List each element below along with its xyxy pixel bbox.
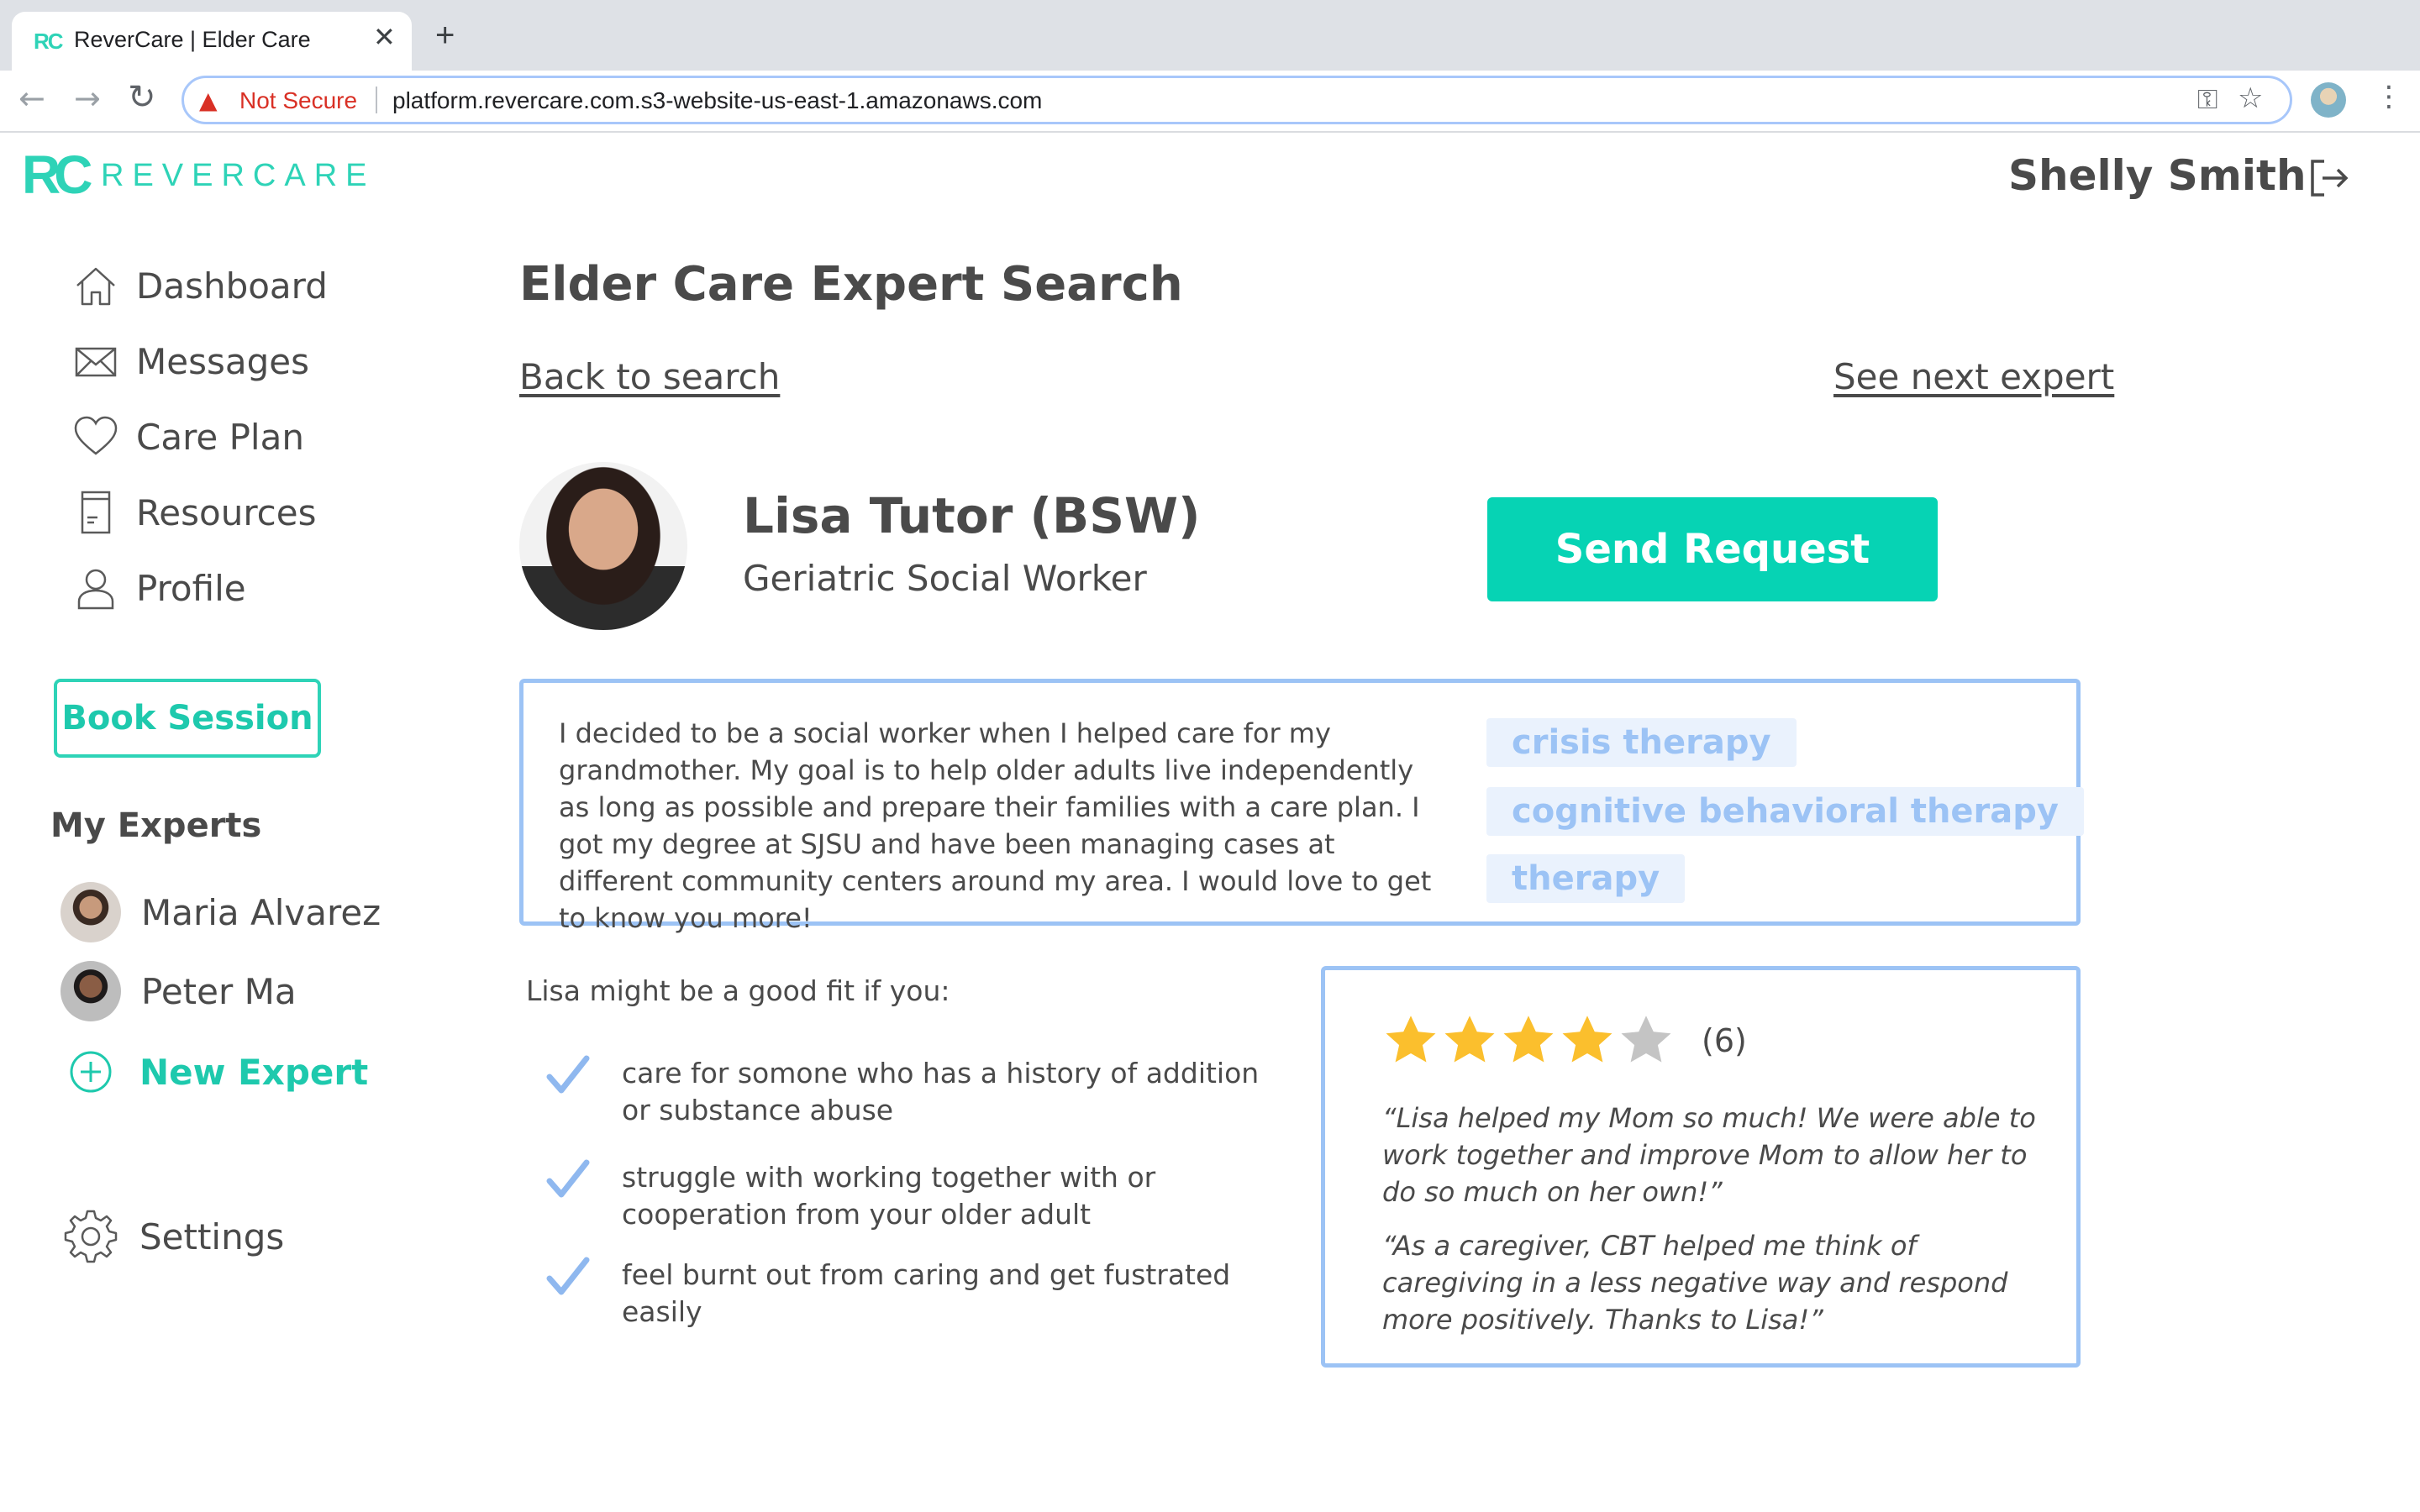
back-to-search-link[interactable]: Back to search [519,356,780,397]
checkmark-icon [546,1257,590,1295]
avatar [60,882,121,942]
gear-icon [64,1210,118,1263]
book-session-button[interactable]: Book Session [54,679,321,758]
good-fit-text: struggle with working together with or c… [622,1161,1156,1231]
bookmark-star-icon[interactable]: ☆ [2238,81,2263,115]
sidebar-item-label: Dashboard [136,265,328,307]
expert-bio-text: I decided to be a social worker when I h… [559,717,1432,934]
star-filled-icon [1562,1016,1612,1063]
expert-name-heading: Lisa Tutor (BSW) [743,487,1201,544]
forward-arrow-icon[interactable]: → [74,82,101,114]
url-text[interactable]: platform.revercare.com.s3-website-us-eas… [392,87,1042,114]
browser-menu-icon[interactable]: ⋮ [2375,82,2403,111]
sidebar-item-messages[interactable]: Messages [72,336,309,386]
browser-toolbar: ← → ↻ ▲ Not Secure platform.revercare.co… [0,71,2420,133]
star-filled-icon [1444,1016,1495,1063]
sidebar-expert-peter-ma[interactable]: Peter Ma [60,961,297,1021]
new-expert-label: New Expert [139,1051,369,1093]
send-request-button[interactable]: Send Request [1487,497,1938,601]
logo-mark: RC [22,144,92,205]
sidebar-expert-maria-alvarez[interactable]: Maria Alvarez [60,882,381,942]
address-divider [376,87,377,113]
specialty-tag: cognitive behavioral therapy [1486,787,2084,836]
sidebar-item-resources[interactable]: Resources [72,487,317,538]
expert-photo [519,462,687,630]
envelope-icon [75,347,117,377]
new-tab-button[interactable]: + [435,18,455,52]
star-filled-icon [1386,1016,1436,1063]
tab-close-icon[interactable]: ✕ [373,24,396,50]
good-fit-text: feel burnt out from caring and get fustr… [622,1258,1231,1328]
expert-bio-card: I decided to be a social worker when I h… [519,679,2084,934]
review-count[interactable]: (6) [1702,1022,1747,1059]
reviews-card: (6) “Lisa helped my Mom so much! We were… [1321,966,2081,1368]
avatar [60,961,121,1021]
address-bar[interactable]: ▲ Not Secure platform.revercare.com.s3-w… [182,76,2292,124]
my-experts-heading: My Experts [50,806,262,845]
new-expert-button[interactable]: New Expert [67,1047,368,1097]
see-next-expert-link[interactable]: See next expert [1833,356,2114,397]
browser-tab[interactable]: RC ReverCare | Elder Care ✕ [12,12,412,71]
expert-role: Geriatric Social Worker [743,558,1147,599]
expert-name: Maria Alvarez [141,891,381,933]
star-empty-icon [1621,1016,1671,1063]
sidebar-item-label: Resources [136,491,317,533]
specialty-tag: crisis therapy [1486,718,1797,767]
reload-icon[interactable]: ↻ [128,81,156,114]
checkmark-icon [546,1055,590,1094]
review-quote: “As a caregiver, CBT helped me think of … [1382,1230,2008,1336]
sidebar-item-label: Care Plan [136,416,304,458]
security-label[interactable]: Not Secure [239,87,357,114]
settings-label: Settings [139,1215,285,1257]
logo-wordmark: REVERCARE [101,158,376,193]
person-icon [77,569,114,610]
browser-profile-avatar[interactable] [2311,82,2346,118]
home-icon [76,267,115,306]
star-rating [1382,1012,1676,1069]
page-title: Elder Care Expert Search [519,257,1183,312]
specialty-tag: therapy [1486,854,1686,903]
tab-title: ReverCare | Elder Care [74,27,311,52]
star-filled-icon [1503,1016,1554,1063]
document-icon [81,491,111,534]
tab-favicon-icon: RC [34,29,64,54]
sidebar-item-care-plan[interactable]: Care Plan [72,412,304,462]
good-fit-heading: Lisa might be a good fit if you: [526,974,950,1007]
review-quote: “Lisa helped my Mom so much! We were abl… [1382,1102,2036,1208]
back-arrow-icon[interactable]: ← [18,82,45,114]
warning-icon[interactable]: ▲ [199,87,218,115]
sidebar-item-dashboard[interactable]: Dashboard [72,260,328,311]
sidebar-item-profile[interactable]: Profile [72,563,246,613]
sidebar-item-settings[interactable]: Settings [62,1210,284,1263]
checkmark-icon [546,1159,590,1198]
key-icon[interactable]: ⚿ [2197,83,2217,116]
heart-icon [74,416,118,455]
user-name: Shelly Smith [2008,151,2307,200]
plus-circle-icon [70,1051,112,1093]
sidebar-item-label: Messages [136,340,309,382]
browser-tab-bar: RC ReverCare | Elder Care ✕ + [0,0,2420,71]
logout-icon[interactable] [2306,155,2353,202]
good-fit-text: care for somone who has a history of add… [622,1057,1260,1126]
sidebar-item-label: Profile [136,567,246,609]
expert-name: Peter Ma [141,970,297,1012]
